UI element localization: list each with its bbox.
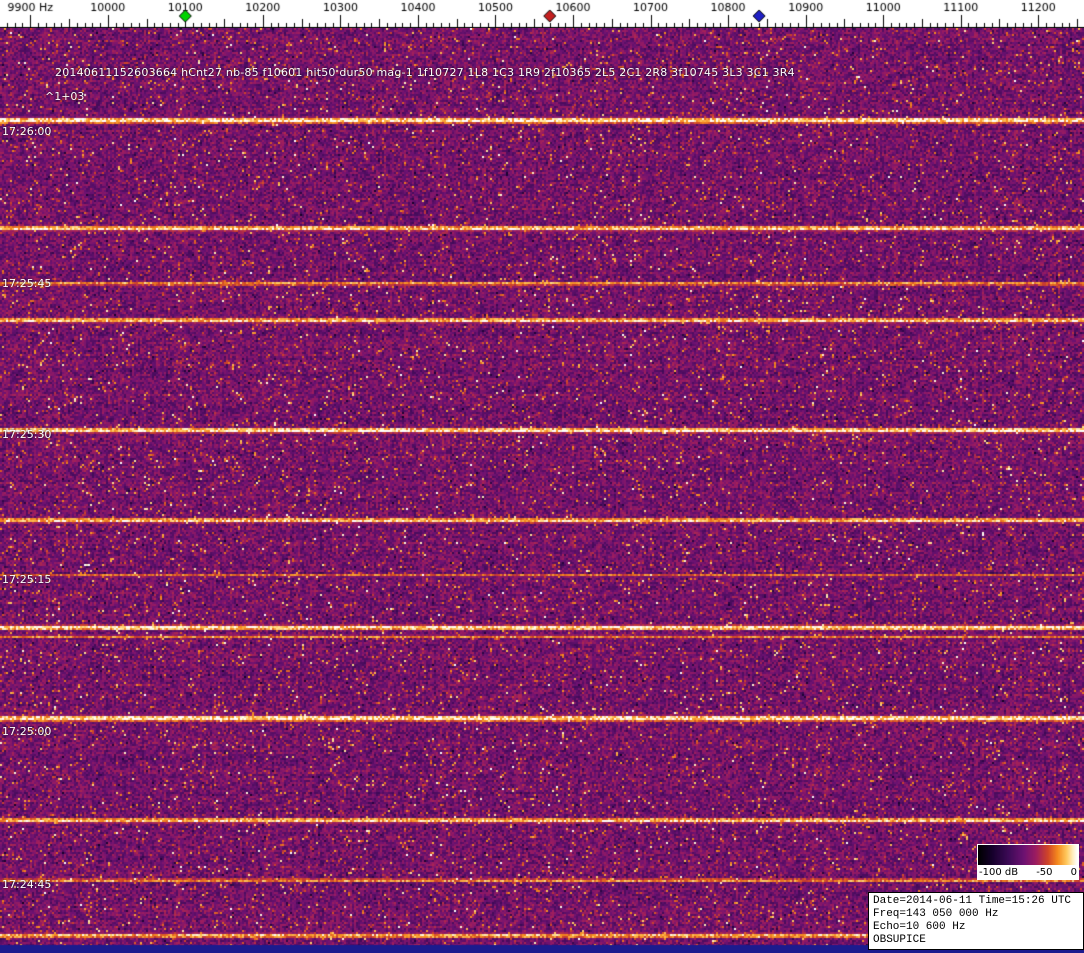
observation-info-box: Date=2014-06-11 Time=15:26 UTC Freq=143 … xyxy=(868,892,1084,950)
info-date-line: Date=2014-06-11 Time=15:26 UTC xyxy=(873,895,1072,907)
detection-annotation: 20140611152603664 hCnt27 nb-85 f10601 hi… xyxy=(55,66,795,79)
color-scale-legend: -100 dB -50 0 xyxy=(977,844,1079,880)
color-scale-gradient xyxy=(978,845,1078,865)
info-echo-line: Echo=10 600 Hz xyxy=(873,921,966,933)
color-scale-labels: -100 dB -50 0 xyxy=(978,865,1078,879)
info-freq-line: Freq=143 050 000 Hz xyxy=(873,908,999,920)
axis-exponent-label: ^1+03 xyxy=(45,90,85,103)
legend-max-label: 0 xyxy=(1070,866,1077,878)
info-station-line: OBSUPICE xyxy=(873,934,926,946)
legend-mid-label: -50 xyxy=(1036,866,1053,878)
frequency-ruler[interactable] xyxy=(0,0,1084,28)
spectrogram-canvas[interactable] xyxy=(0,28,1084,953)
legend-min-label: -100 dB xyxy=(979,866,1019,878)
spectrogram-app: 20140611152603664 hCnt27 nb-85 f10601 hi… xyxy=(0,0,1084,953)
